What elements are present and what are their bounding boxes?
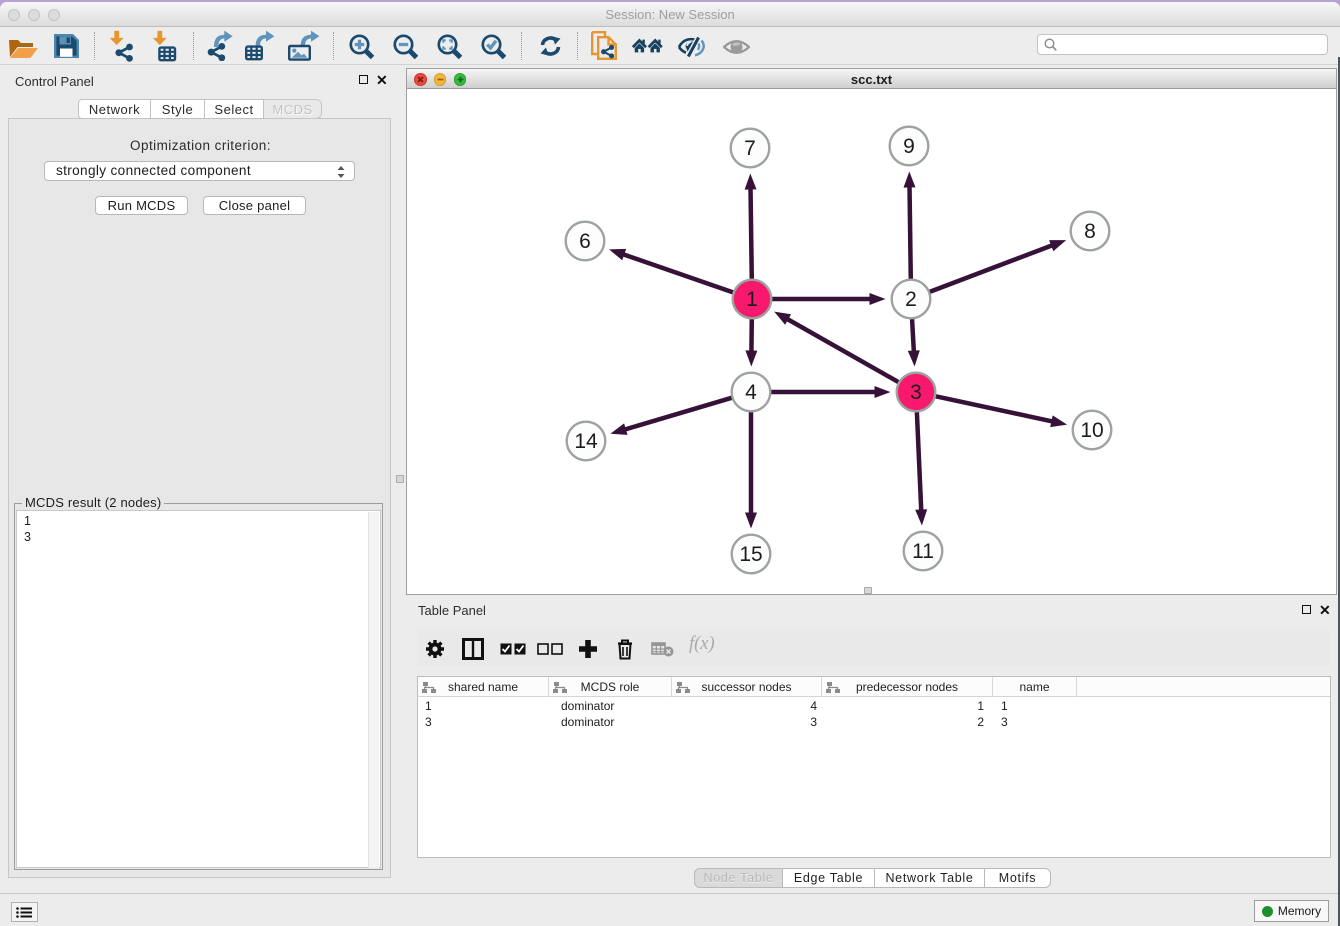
svg-text:6: 6 — [579, 230, 591, 253]
svg-text:11: 11 — [912, 540, 934, 563]
svg-text:15: 15 — [739, 543, 762, 566]
svg-text:14: 14 — [574, 430, 598, 453]
svg-text:4: 4 — [745, 381, 757, 404]
svg-text:3: 3 — [910, 381, 922, 404]
svg-text:1: 1 — [746, 288, 758, 311]
svg-text:10: 10 — [1080, 419, 1103, 442]
svg-text:8: 8 — [1084, 220, 1096, 243]
svg-text:2: 2 — [905, 288, 917, 311]
svg-text:7: 7 — [744, 137, 756, 160]
svg-text:9: 9 — [903, 135, 915, 158]
